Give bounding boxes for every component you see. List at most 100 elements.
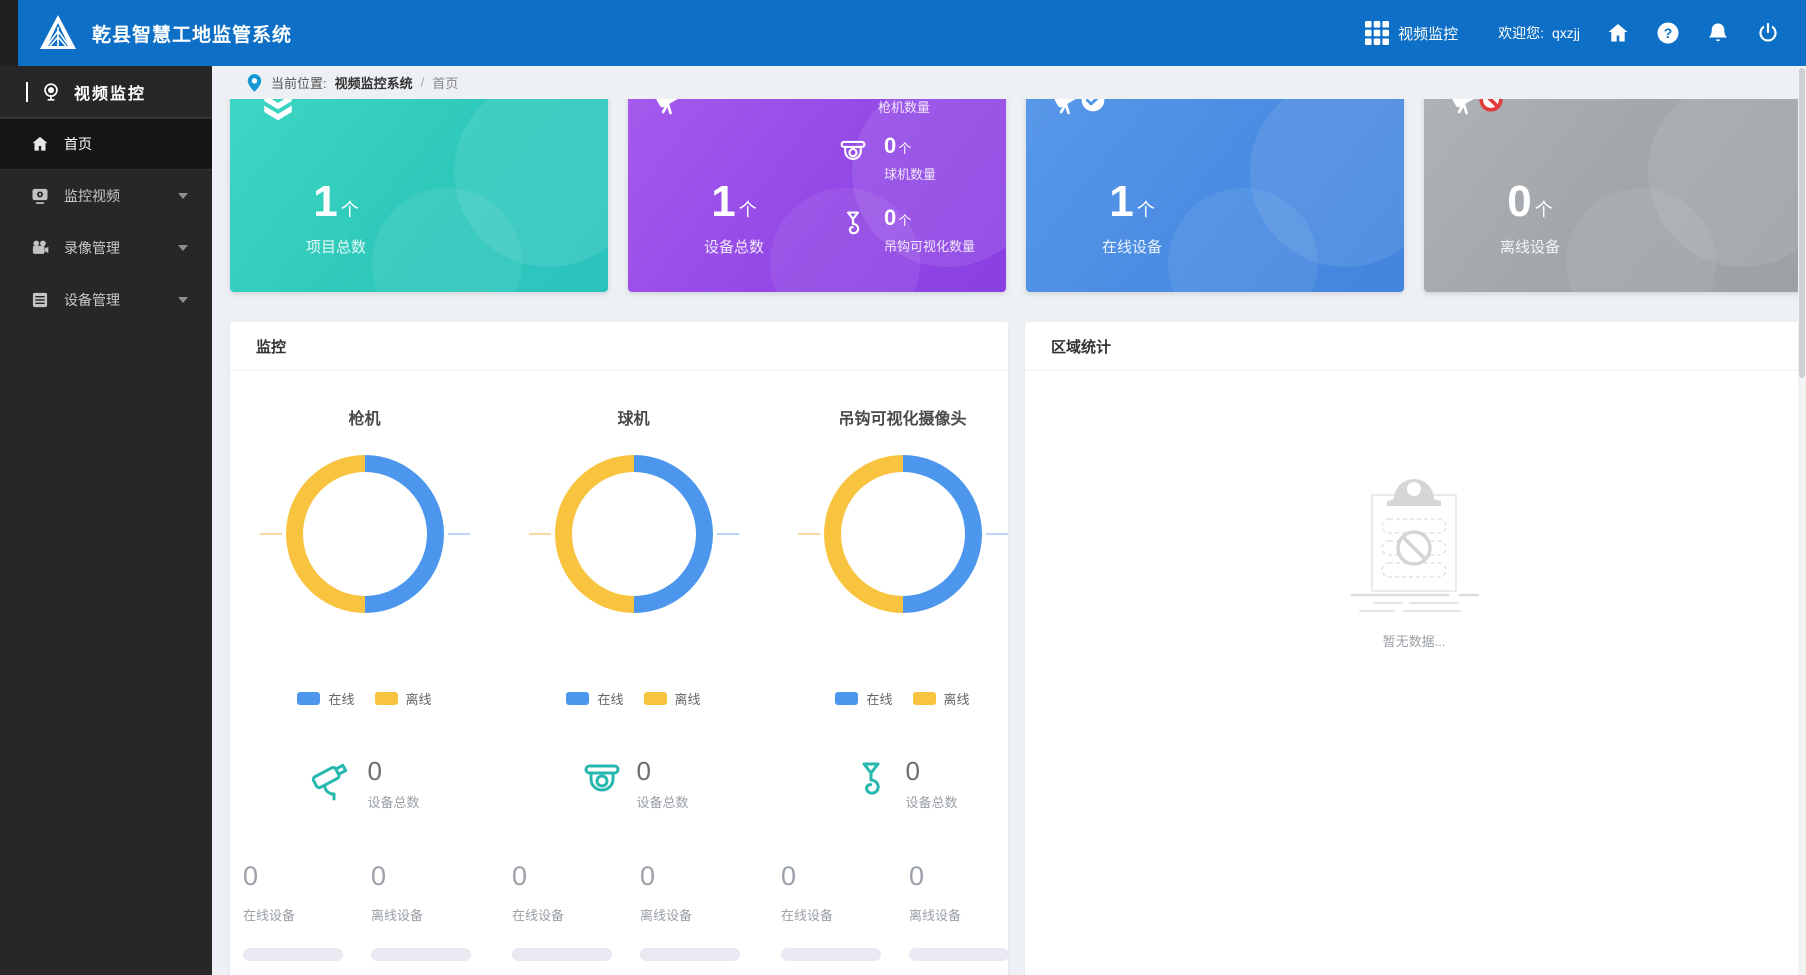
- top-bar: 乾县智慧工地监管系统 视频监控 欢迎您: qxzjj ?: [0, 0, 1806, 66]
- label-line-online: [717, 533, 739, 535]
- chart-legend[interactable]: 在线 离线: [835, 689, 969, 708]
- chart-legend[interactable]: 在线 离线: [297, 689, 431, 708]
- help-icon[interactable]: ?: [1656, 21, 1680, 45]
- welcome-label: 欢迎您:: [1498, 23, 1544, 43]
- label-line-offline: [260, 533, 282, 535]
- legend-label-online: 在线: [597, 689, 623, 708]
- sidebar-item-monitor-video[interactable]: 监控视频: [0, 170, 212, 222]
- device-total-block: 0 设备总数: [309, 758, 419, 811]
- donut-hole: [572, 472, 696, 596]
- sub-stat-gun-cameras: 枪机数量: [878, 99, 930, 116]
- online-label: 在线设备: [781, 905, 909, 924]
- offline-stat: 0 离线设备: [640, 863, 768, 961]
- offline-label: 离线设备: [371, 905, 499, 924]
- donut-chart-gun-camera[interactable]: [286, 455, 444, 613]
- stat-card-devices[interactable]: 1个 设备总数 枪机数量 0个 球: [628, 99, 1006, 292]
- app-switcher-label: 视频监控: [1398, 23, 1458, 44]
- device-total-block: 0 设备总数: [847, 758, 957, 811]
- legend-swatch-offline: [375, 692, 398, 705]
- stat-card-offline-devices[interactable]: 0个 离线设备: [1424, 99, 1802, 292]
- chevron-down-icon: [178, 193, 188, 199]
- online-stat: 0 在线设备: [512, 863, 640, 961]
- sidebar-item-label: 首页: [64, 134, 92, 154]
- donut-chart-hook-camera[interactable]: [824, 455, 982, 613]
- sidebar-brand: 视频监控: [0, 66, 212, 118]
- scroll-viewport[interactable]: 1个 项目总数 1个 设备总数 枪机数量: [212, 99, 1806, 975]
- power-icon[interactable]: [1756, 21, 1780, 45]
- monitor-panel-title: 监控: [230, 322, 1008, 371]
- breadcrumb-section[interactable]: 视频监控系统: [335, 73, 413, 92]
- donut-hole: [303, 472, 427, 596]
- sub-stat-value: 0个: [884, 207, 975, 229]
- legend-swatch-offline: [913, 692, 936, 705]
- device-total-label: 设备总数: [905, 792, 957, 811]
- sidebar-item-home[interactable]: 首页: [0, 118, 212, 170]
- card-main-stat: 0个 离线设备: [1452, 180, 1608, 257]
- sidebar-item-label: 录像管理: [64, 238, 120, 258]
- chart-legend[interactable]: 在线 离线: [566, 689, 700, 708]
- home-icon[interactable]: [1606, 21, 1630, 45]
- window-corner: [0, 0, 18, 66]
- legend-label-offline: 离线: [944, 689, 970, 708]
- sidebar-item-recordings[interactable]: 录像管理: [0, 222, 212, 274]
- chart-column-hook-camera: 吊钩可视化摄像头 在线 离线: [768, 371, 1037, 961]
- legend-label-online: 在线: [328, 689, 354, 708]
- stat-value: 0个: [1452, 180, 1608, 224]
- online-offline-stats: 0 在线设备 0 离线设备: [499, 863, 768, 961]
- online-stat: 0 在线设备: [243, 863, 371, 961]
- stat-card-online-devices[interactable]: 1个 在线设备: [1026, 99, 1404, 292]
- chart-title: 球机: [617, 405, 649, 429]
- legend-swatch-online: [835, 692, 858, 705]
- scrollbar-thumb[interactable]: [1799, 68, 1805, 378]
- device-total-label: 设备总数: [636, 792, 688, 811]
- online-offline-stats: 0 在线设备 0 离线设备: [230, 863, 499, 961]
- progress-bar: [640, 948, 740, 961]
- grid-icon: [1365, 21, 1389, 45]
- location-pin-icon: [246, 73, 263, 93]
- device-total-block: 0 设备总数: [578, 758, 688, 811]
- dome-camera-icon: [836, 137, 870, 171]
- bullet-camera-icon: [654, 99, 698, 123]
- breadcrumb-current: 首页: [432, 73, 458, 92]
- sidebar-brand-label: 视频监控: [74, 80, 146, 104]
- app-brand: 乾县智慧工地监管系统: [38, 12, 292, 54]
- legend-swatch-offline: [644, 692, 667, 705]
- stat-card-projects[interactable]: 1个 项目总数: [230, 99, 608, 292]
- sidebar-item-devices[interactable]: 设备管理: [0, 274, 212, 326]
- no-data-illustration-icon: [1344, 467, 1484, 617]
- chart-title: 吊钩可视化摄像头: [838, 405, 966, 429]
- donut-chart-dome-camera[interactable]: [555, 455, 713, 613]
- bullet-camera-icon: [309, 758, 357, 806]
- label-line-online: [986, 533, 1008, 535]
- online-value: 0: [243, 863, 371, 890]
- legend-swatch-online: [566, 692, 589, 705]
- dome-camera-icon: [578, 758, 626, 806]
- chart-title: 枪机: [348, 405, 380, 429]
- sub-stat-label: 吊钩可视化数量: [884, 236, 975, 255]
- monitor-panel: 监控 枪机 在线: [230, 322, 1008, 975]
- brand-accent-bar: [26, 82, 28, 102]
- app-logo-icon: [38, 12, 78, 54]
- online-value: 0: [512, 863, 640, 890]
- stat-label: 在线设备: [1054, 236, 1210, 257]
- card-main-stat: 1个 项目总数: [258, 180, 414, 257]
- sidebar-item-label: 监控视频: [64, 186, 120, 206]
- bell-icon[interactable]: [1706, 21, 1730, 45]
- progress-bar: [512, 948, 612, 961]
- online-stat: 0 在线设备: [781, 863, 909, 961]
- layers-chevron-icon: [256, 99, 300, 123]
- device-total-value: 0: [636, 758, 688, 784]
- legend-label-online: 在线: [866, 689, 892, 708]
- app-switcher[interactable]: 视频监控: [1365, 21, 1458, 45]
- crane-hook-icon: [836, 209, 870, 243]
- legend-label-offline: 离线: [406, 689, 432, 708]
- offline-value: 0: [640, 863, 768, 890]
- progress-bar: [909, 948, 1009, 961]
- crane-hook-icon: [847, 758, 895, 806]
- vertical-scrollbar[interactable]: [1798, 66, 1806, 975]
- sub-stat-label: 球机数量: [884, 164, 936, 183]
- chart-column-dome-camera: 球机 在线 离线: [499, 371, 768, 961]
- legend-label-offline: 离线: [675, 689, 701, 708]
- offline-value: 0: [909, 863, 1037, 890]
- sub-stat-label: 枪机数量: [878, 99, 930, 116]
